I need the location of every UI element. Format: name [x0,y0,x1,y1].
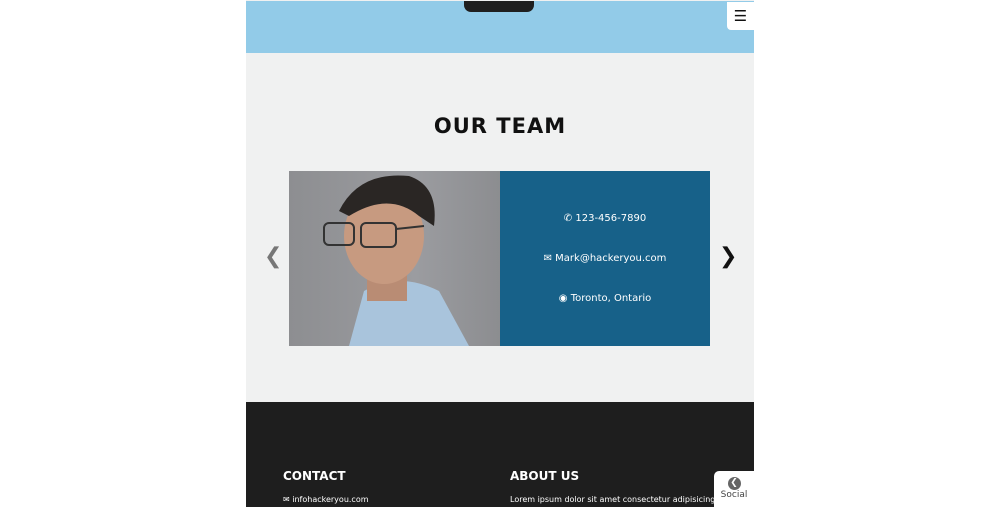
email-text[interactable]: Mark@hackeryou.com [555,253,666,264]
contact-email-text[interactable]: infohackeryou.com [292,495,368,504]
hamburger-icon: ☰ [733,7,748,25]
chevron-left-icon: ❮ [264,244,283,269]
header: ☰ [246,1,754,53]
chevron-right-icon: ❯ [719,244,738,269]
carousel-next-button[interactable]: ❯ [719,244,737,269]
social-label: Social [720,490,748,500]
phone-text: 123-456-7890 [575,213,647,224]
contact-heading: CONTACT [283,469,346,483]
location-row: ◉ Toronto, Ontario [500,293,710,304]
email-row[interactable]: ✉ Mark@hackeryou.com [500,253,710,264]
phone-row: ✆ 123-456-7890 [500,213,710,224]
section-title: OUR TEAM [433,114,567,138]
envelope-icon: ✉ [283,495,290,504]
footer: CONTACT ✉ infohackeryou.com ABOUT US Lor… [246,402,754,507]
chevron-left-circle-icon: ❮ [727,477,741,490]
page: ☰ OUR TEAM ❮ ❯ ✆ 123-456-7890 ✉ Mark@hac… [246,0,754,507]
phone-icon: ✆ [563,213,573,224]
team-member-photo [289,171,500,346]
team-member-info: ✆ 123-456-7890 ✉ Mark@hackeryou.com ◉ To… [500,171,710,346]
header-notch [464,1,534,12]
menu-button[interactable]: ☰ [727,2,754,30]
envelope-icon: ✉ [543,253,552,264]
about-heading: ABOUT US [510,469,580,483]
contact-email[interactable]: ✉ infohackeryou.com [283,495,369,504]
location-text: Toronto, Ontario [570,293,652,304]
map-marker-icon: ◉ [558,293,568,304]
carousel-prev-button[interactable]: ❮ [264,244,282,269]
social-tab[interactable]: ❮ Social [714,471,754,507]
